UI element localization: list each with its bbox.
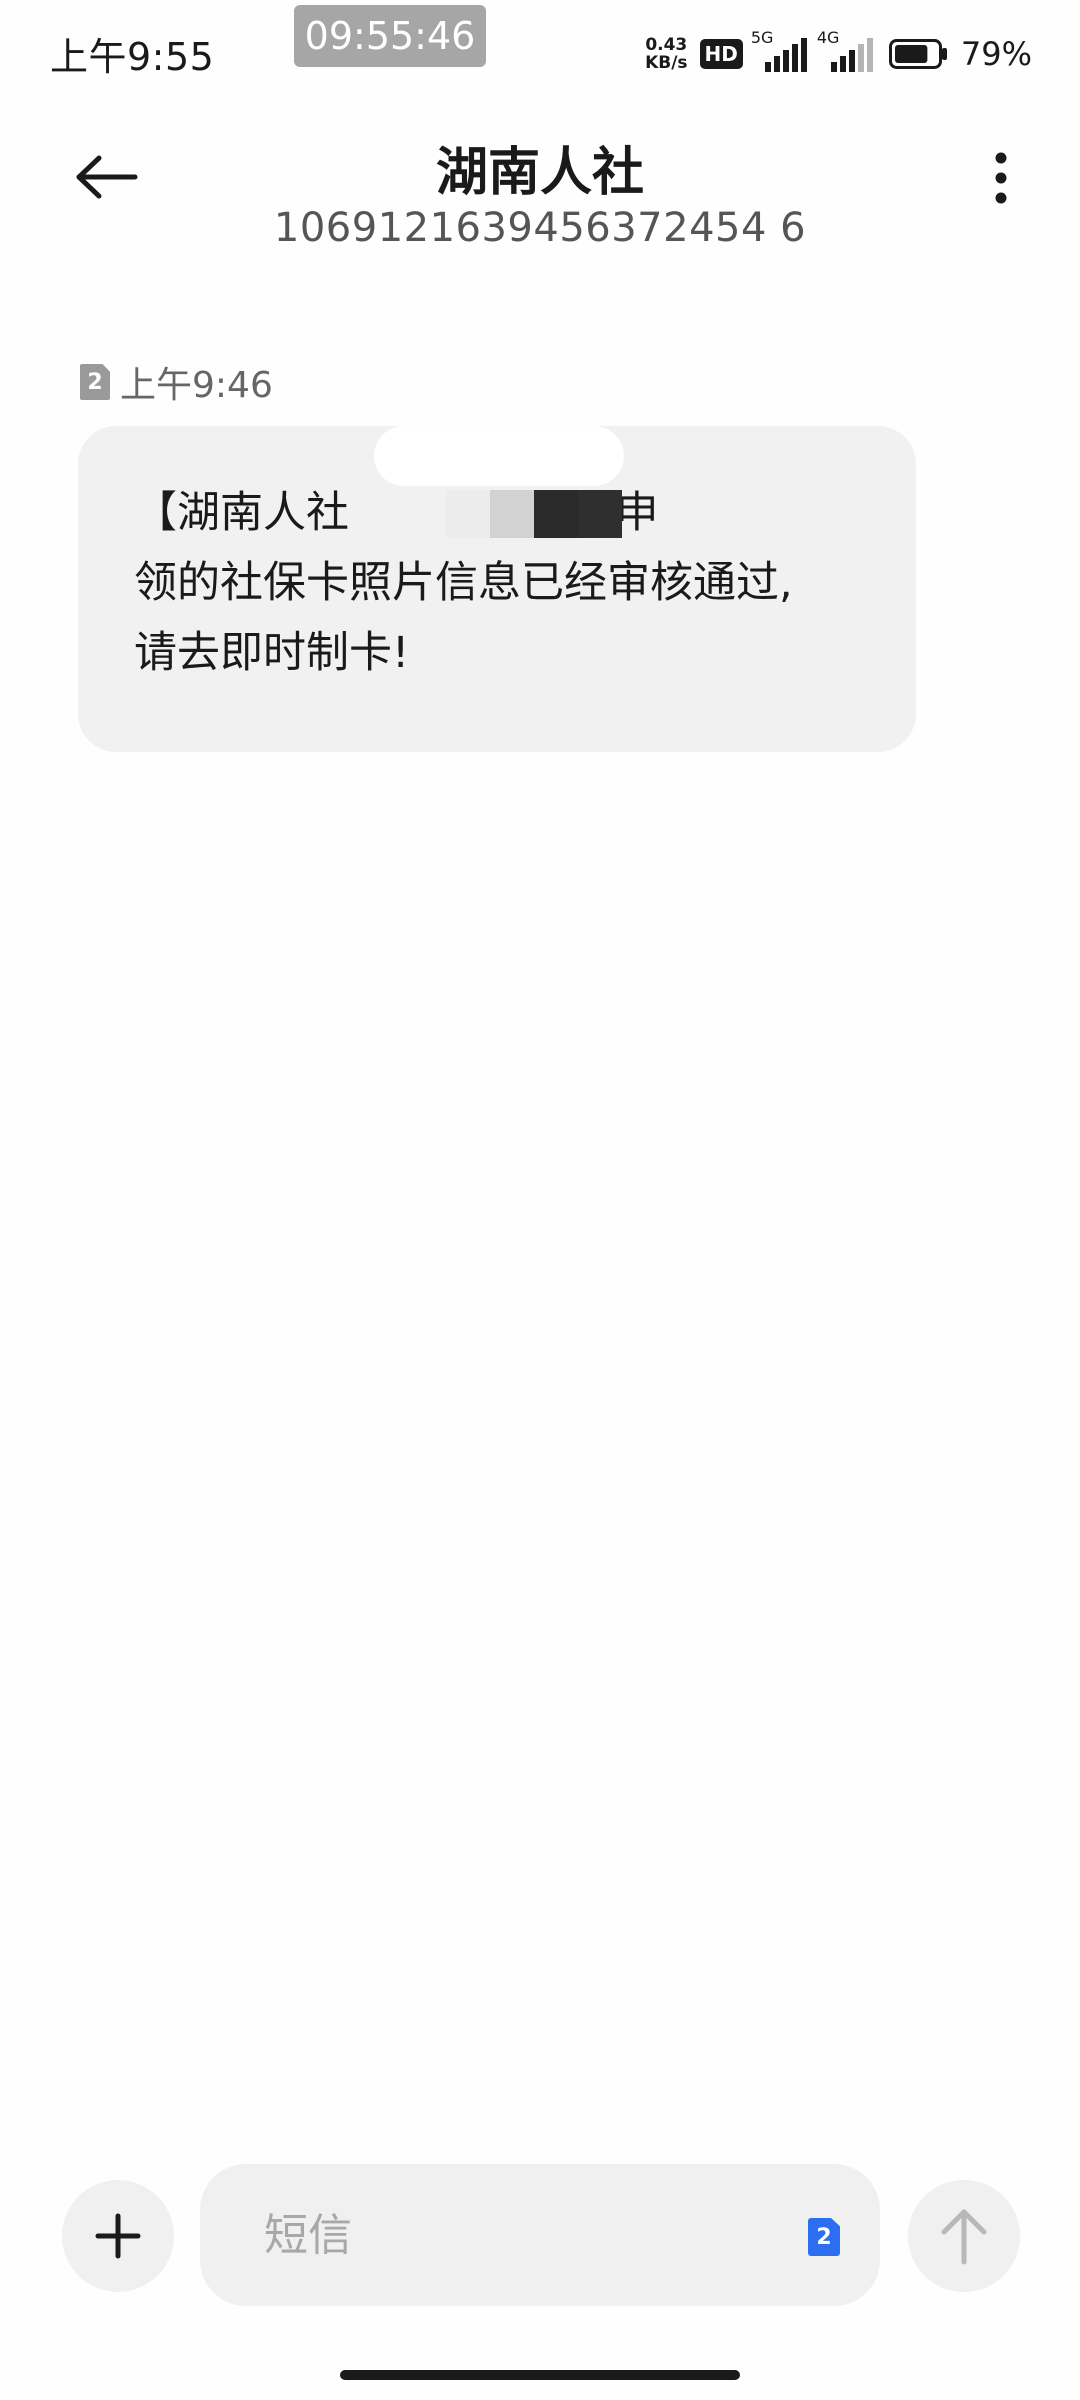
message-composer: 2 <box>0 2160 1080 2310</box>
more-options-button[interactable] <box>966 138 1036 218</box>
status-indicators: 0.43 KB/s HD 5G 4G 79% <box>645 28 1032 74</box>
attach-button[interactable] <box>62 2180 174 2292</box>
contact-number: 1069121639456372454 6 <box>273 205 807 251</box>
screen-recorder-timer[interactable]: 09:55:46 <box>294 5 486 67</box>
message-bubble[interactable]: 【湖南人社 /女士,您申 领的社保卡照片信息已经审核通过, 请去即时制卡! <box>78 426 916 752</box>
contact-name: 湖南人社 <box>435 143 644 203</box>
conversation-header: 湖南人社 1069121639456372454 6 <box>0 110 1080 280</box>
redaction-mark <box>374 426 624 486</box>
network-speed: 0.43 KB/s <box>645 36 687 72</box>
arrow-up-icon <box>941 2209 987 2265</box>
sim-slot-icon: 2 <box>80 364 110 400</box>
send-button[interactable] <box>908 2180 1020 2292</box>
network-speed-value: 0.43 <box>645 35 688 55</box>
more-vertical-icon <box>995 152 1007 204</box>
message-time: 上午9:46 <box>120 365 273 406</box>
sim2-signal-icon: 4G <box>817 28 875 74</box>
network-speed-unit: KB/s <box>645 53 688 73</box>
messaging-screen: 上午9:55 09:55:46 0.43 KB/s HD 5G 4G 79% 湖… <box>0 0 1080 2400</box>
battery-icon <box>888 39 949 69</box>
sim-select-icon[interactable]: 2 <box>808 2218 840 2256</box>
battery-percent: 79% <box>960 35 1032 73</box>
plus-icon <box>95 2213 141 2259</box>
sim1-signal-icon: 5G <box>751 28 809 74</box>
redaction-mosaic <box>446 490 622 538</box>
status-bar: 上午9:55 09:55:46 0.43 KB/s HD 5G 4G 79% <box>0 0 1080 100</box>
hd-voice-badge: HD <box>699 39 743 69</box>
message-meta: 2 上午9:46 <box>80 356 273 408</box>
message-input-container[interactable]: 2 <box>200 2164 880 2306</box>
status-time: 上午9:55 <box>50 35 215 79</box>
home-indicator[interactable] <box>340 2370 740 2380</box>
message-input[interactable] <box>262 2204 766 2266</box>
